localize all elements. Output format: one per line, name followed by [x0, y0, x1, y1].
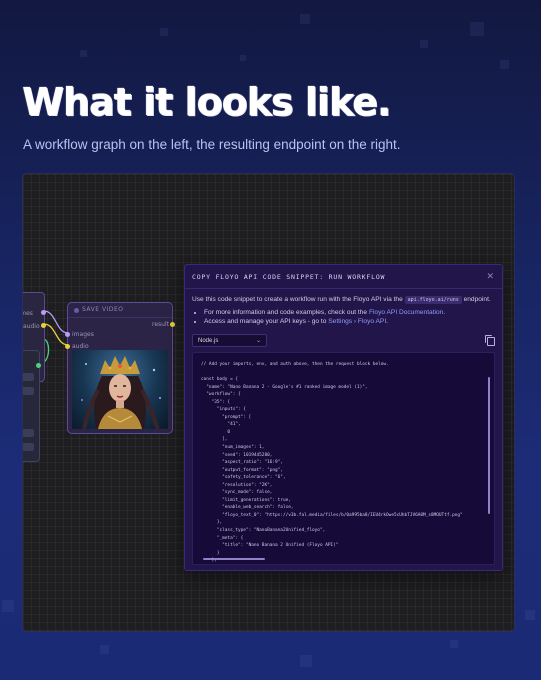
port-label-images: images: [72, 331, 94, 338]
code-line: "workflow": {: [201, 392, 241, 398]
docs-suffix: .: [443, 309, 446, 316]
code-line: // Add your imports, env, and auth above…: [201, 362, 389, 367]
bg-pixel: [300, 655, 312, 667]
port-label-audio-in: audio: [72, 343, 89, 350]
node-widget[interactable]: [23, 443, 34, 451]
bg-pixel: [525, 610, 535, 620]
headdress-gem: [118, 364, 122, 368]
save-video-node[interactable]: SAVE VIDEO images audio result: [65, 302, 175, 434]
portrait-illustration: [81, 356, 161, 429]
hero-title: What it looks like.: [22, 80, 391, 124]
info-item-keys: Access and manage your API keys - go to …: [204, 317, 495, 326]
sparkle: [81, 399, 83, 401]
code-line: "41",: [201, 422, 241, 428]
node-title: SAVE VIDEO: [82, 306, 124, 313]
sparkle: [85, 363, 87, 365]
intro-text: Use this code snippet to create a workfl…: [192, 295, 495, 305]
wire-frames-to-images: [43, 310, 69, 334]
bg-pixel: [420, 40, 428, 48]
port-label-result: result: [152, 321, 169, 328]
code-line: "floyo_text_0": "https://v3b.fal.media/f…: [201, 512, 463, 518]
output-image-preview[interactable]: [72, 350, 168, 429]
code-line: 0: [201, 429, 231, 435]
port-label-frames: frames: [23, 310, 33, 317]
neck: [116, 400, 124, 408]
keys-prefix: Access and manage your API keys - go to: [204, 318, 329, 325]
code-line: const body = {: [201, 377, 239, 383]
bg-pixel: [160, 28, 168, 36]
sparkle: [152, 368, 156, 372]
code-line: "35": {: [201, 399, 231, 405]
port-audio[interactable]: [41, 323, 46, 328]
code-line: "num_images": 1,: [201, 445, 265, 451]
bg-pixel: [450, 640, 458, 648]
port-audio-in[interactable]: [65, 344, 70, 349]
code-line: "seed": 1019445280,: [201, 452, 273, 458]
language-select[interactable]: Node.js ⌄: [192, 334, 267, 347]
port-green[interactable]: [36, 363, 41, 368]
code-block[interactable]: // Add your imports, env, and auth above…: [192, 352, 495, 565]
port-images-in[interactable]: [65, 332, 70, 337]
code-line: "enable_web_search": false,: [201, 505, 294, 511]
port-label-audio: audio: [23, 323, 40, 330]
code-line: "safety_tolerance": "6",: [201, 475, 286, 481]
port-frames[interactable]: [41, 310, 46, 315]
code-text: // Add your imports, env, and auth above…: [193, 353, 494, 564]
code-toolbar: Node.js ⌄: [192, 334, 495, 348]
intro-suffix: endpoint.: [461, 296, 491, 303]
code-line: "aspect_ratio": "16:9",: [201, 460, 283, 466]
docs-prefix: For more information and code examples, …: [204, 309, 369, 316]
code-line: "title": "Nano Banana 2 Unified (Floyo A…: [201, 543, 339, 549]
modal-header: COPY FLOYO API CODE SNIPPET: RUN WORKFLO…: [185, 265, 502, 289]
sparkle: [159, 397, 161, 399]
node-widget[interactable]: [23, 373, 34, 381]
node-widget[interactable]: [23, 429, 34, 437]
code-line: "_meta": {: [201, 535, 244, 541]
hero-subtitle: A workflow graph on the left, the result…: [23, 137, 401, 152]
workflow-canvas[interactable]: frames audio SAVE VIDEO images audio res…: [23, 174, 514, 631]
port-result-out[interactable]: [170, 322, 175, 327]
close-icon[interactable]: ✕: [486, 271, 494, 282]
bg-pixel: [240, 55, 246, 61]
upstream-node-lower[interactable]: [23, 350, 41, 462]
bg-pixel: [80, 50, 87, 57]
code-line: "prompt": [: [201, 414, 252, 420]
headdress-gem: [128, 366, 132, 370]
code-line: ],: [201, 437, 228, 443]
code-line: "class_type": "NanoBanana2Unified_floyo"…: [201, 528, 326, 534]
code-snippet-modal: COPY FLOYO API CODE SNIPPET: RUN WORKFLO…: [184, 264, 503, 571]
code-line: "inputs": {: [201, 407, 246, 413]
bg-pixel: [2, 600, 14, 612]
language-value: Node.js: [198, 338, 219, 344]
headdress-gem: [108, 366, 112, 370]
vertical-scrollbar[interactable]: [488, 377, 490, 514]
code-line: }: [201, 550, 220, 556]
bg-pixel: [300, 14, 310, 24]
code-line: "sync_mode": false,: [201, 490, 273, 496]
code-line: "limit_generations": true,: [201, 497, 291, 503]
code-line: "resolution": "2K",: [201, 482, 273, 488]
copy-icon[interactable]: [485, 335, 495, 346]
modal-intro: Use this code snippet to create a workfl…: [192, 295, 495, 326]
horizontal-scrollbar[interactable]: [203, 558, 265, 560]
node-status-dot: [74, 308, 79, 313]
chevron-down-icon: ⌄: [255, 338, 261, 344]
info-list: For more information and code examples, …: [192, 308, 495, 326]
bg-pixel: [100, 645, 109, 654]
api-settings-link[interactable]: Settings › Floyo API: [328, 318, 386, 325]
bg-pixel: [470, 22, 484, 36]
info-item-docs: For more information and code examples, …: [204, 308, 495, 317]
code-line: },: [201, 520, 223, 526]
keys-suffix: .: [386, 318, 388, 325]
intro-prefix: Use this code snippet to create a workfl…: [192, 296, 405, 303]
code-line: "name": "Nano Banana 2 - Google's #1 ran…: [201, 384, 368, 390]
bg-pixel: [500, 60, 509, 69]
endpoint-pill: api.floyo.ai/runs: [404, 296, 462, 304]
node-widget[interactable]: [23, 387, 34, 395]
code-line: "output_format": "png",: [201, 467, 283, 473]
api-docs-link[interactable]: Floyo API Documentation: [369, 309, 443, 316]
modal-title: COPY FLOYO API CODE SNIPPET: RUN WORKFLO…: [192, 273, 386, 281]
node-header[interactable]: SAVE VIDEO: [68, 303, 172, 318]
